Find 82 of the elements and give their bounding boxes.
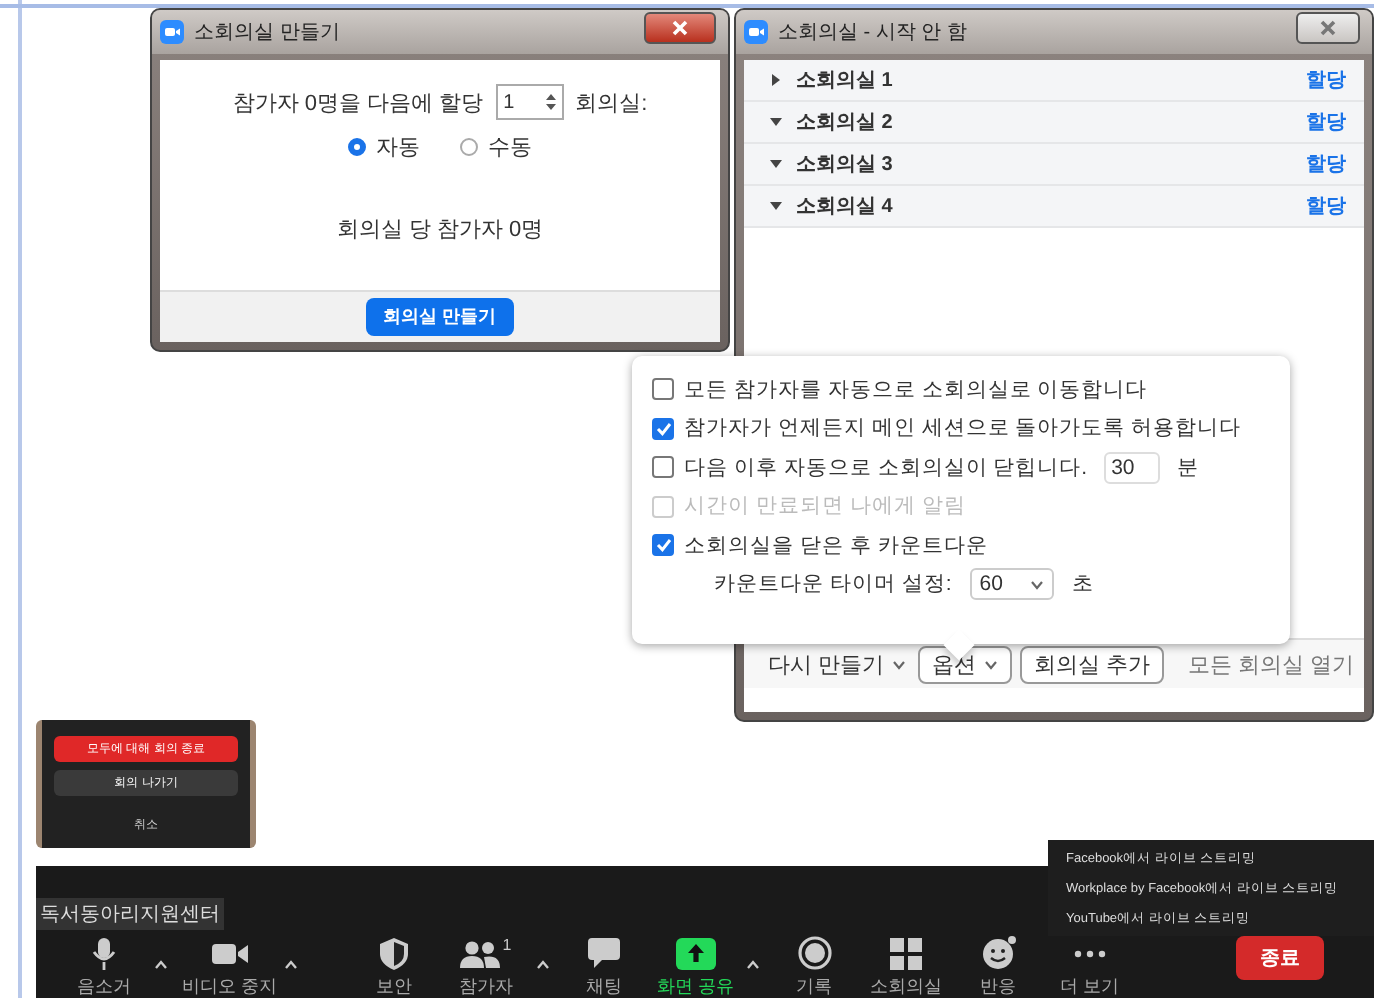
radio-label: 수동 — [488, 134, 532, 162]
toolbar-button[interactable]: 더 보기 — [1046, 936, 1134, 998]
people-icon — [460, 939, 501, 967]
window-title: 소회의실 - 시작 안 함 — [778, 20, 969, 46]
assign-link[interactable]: 할당 — [1306, 66, 1346, 94]
spinner-arrows-icon — [545, 92, 556, 112]
share-screen-icon — [676, 937, 716, 969]
camera-icon — [160, 20, 184, 44]
checkbox[interactable] — [652, 456, 674, 479]
close-icon — [672, 20, 688, 36]
check-icon — [655, 538, 671, 553]
microphone-icon — [90, 937, 118, 969]
shield-icon — [380, 937, 408, 969]
radio-option[interactable]: 수동 — [460, 132, 532, 162]
room-name: 소회의실 4 — [796, 194, 895, 220]
caret-icon — [1029, 579, 1044, 590]
record-icon — [797, 936, 831, 970]
add-room-button[interactable]: 회의실 추가 — [1020, 645, 1165, 683]
recreate-button[interactable]: 다시 만들기 — [764, 647, 911, 681]
options-button[interactable]: 옵션 — [918, 645, 1013, 683]
assign-link[interactable]: 할당 — [1306, 108, 1346, 136]
room-name: 소회의실 1 — [796, 68, 895, 94]
chat-bubble-icon — [588, 938, 620, 968]
participants-per-room-text: 회의실 당 참가자 0명 — [336, 216, 544, 244]
more-icon — [1074, 949, 1106, 957]
checkbox[interactable] — [652, 417, 674, 440]
unit-label: 분 — [1177, 453, 1200, 482]
smiley-icon — [981, 936, 1015, 970]
radio-button[interactable] — [460, 138, 478, 156]
caret-icon — [984, 659, 999, 669]
participant-count: 1 — [502, 936, 512, 954]
close-icon — [1320, 20, 1336, 36]
checkbox[interactable] — [652, 378, 674, 401]
option-label: 참가자가 언제든지 메인 세션으로 돌아가도록 허용합니다 — [684, 414, 1242, 443]
unit-label: 초 — [1071, 570, 1094, 599]
room-count-field[interactable]: 1 — [495, 84, 564, 120]
option-label: 모든 참가자를 자동으로 소회의실로 이동합니다 — [684, 375, 1148, 404]
check-icon — [655, 421, 671, 436]
option-label: 다음 이후 자동으로 소회의실이 닫힙니다. — [684, 453, 1088, 482]
open-all-rooms-button[interactable]: 모든 회의실 열기 — [1184, 647, 1359, 681]
toolbar-button[interactable]: 기록 — [770, 936, 858, 998]
timer-dropdown[interactable]: 60 — [969, 568, 1054, 601]
toolbar-button[interactable]: 채팅 — [560, 936, 648, 998]
toolbar-button[interactable]: 반응 — [954, 936, 1042, 998]
option-label: 시간이 만료되면 나에게 알림 — [684, 492, 966, 521]
room-row[interactable]: 소회의실 4 할당 — [744, 186, 1364, 228]
up-caret-icon — [283, 960, 298, 970]
room-row[interactable]: 소회의실 3 할당 — [744, 144, 1364, 186]
window-title: 소회의실 만들기 — [194, 20, 342, 46]
minutes-field[interactable]: 30 — [1103, 451, 1160, 484]
end-button[interactable]: 종료 — [1236, 936, 1324, 980]
assign-link[interactable]: 할당 — [1306, 192, 1346, 220]
option-label: 카운트다운 타이머 설정: — [714, 570, 952, 599]
checkbox[interactable] — [652, 534, 674, 557]
toolbar-button[interactable]: 비디오 중지 — [182, 936, 278, 998]
option-label: 소회의실을 닫은 후 카운트다운 — [684, 531, 988, 560]
room-row[interactable]: 소회의실 1 할당 — [744, 60, 1364, 102]
toolbar-button[interactable]: 음소거 — [60, 936, 148, 998]
radio-label: 자동 — [376, 134, 420, 162]
toolbar-button[interactable]: 보안 — [350, 936, 438, 998]
rooms-label: 회의실: — [575, 89, 648, 117]
video-camera-icon — [211, 941, 248, 965]
toolbar-button[interactable]: 소회의실 — [862, 936, 950, 998]
grid-icon — [890, 937, 922, 969]
close-button[interactable] — [644, 12, 716, 44]
assign-label: 참가자 0명을 다음에 할당 — [232, 89, 484, 117]
room-row[interactable]: 소회의실 2 할당 — [744, 102, 1364, 144]
toolbar-button[interactable]: 화면 공유 — [652, 936, 740, 998]
radio-option[interactable]: 자동 — [348, 132, 420, 162]
camera-icon — [744, 20, 768, 44]
meeting-name: 독서동아리지원센터 — [36, 898, 224, 930]
create-rooms-button[interactable]: 회의실 만들기 — [365, 298, 515, 336]
caret-icon — [892, 659, 907, 669]
close-button[interactable] — [1296, 12, 1360, 44]
up-caret-icon — [536, 960, 550, 970]
radio-button[interactable] — [348, 138, 366, 156]
toolbar-button[interactable]: 1 참가자 — [442, 936, 530, 998]
up-caret-icon — [746, 960, 760, 970]
room-name: 소회의실 3 — [796, 152, 895, 178]
room-name: 소회의실 2 — [796, 110, 895, 136]
assign-link[interactable]: 할당 — [1306, 150, 1346, 178]
up-caret-icon — [154, 960, 168, 970]
